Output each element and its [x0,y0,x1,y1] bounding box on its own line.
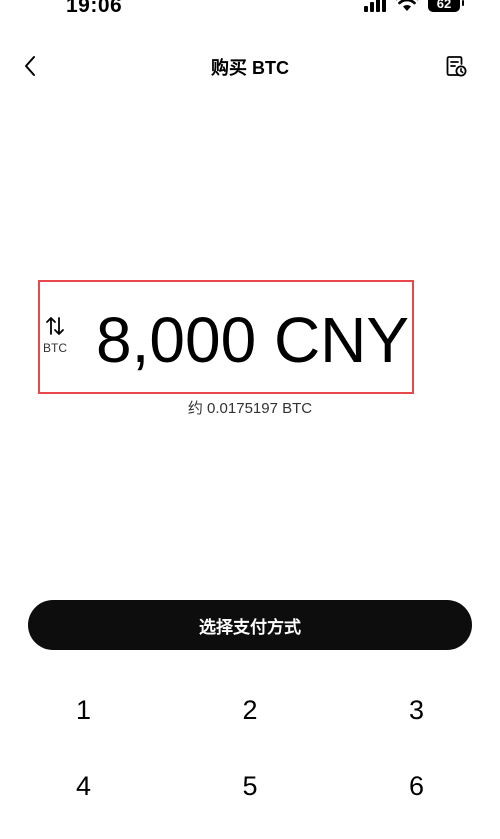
battery-level: 62 [436,0,452,11]
keypad-key-4[interactable]: 4 [0,748,167,824]
keypad-key-5[interactable]: 5 [167,748,333,824]
status-bar: 19:06 62 [0,0,500,18]
keypad-key-1[interactable]: 1 [0,672,167,748]
wifi-icon [395,0,419,12]
amount-highlight-box: BTC 8,000 CNY [38,280,414,394]
currency-swap-toggle[interactable]: BTC [40,315,70,359]
status-time: 19:06 [66,0,123,17]
order-history-button[interactable] [442,52,470,80]
keypad-key-3[interactable]: 3 [333,672,500,748]
select-payment-method-button[interactable]: 选择支付方式 [28,600,472,650]
page-title: 购买 BTC [211,58,289,78]
order-history-icon [446,56,467,77]
numeric-keypad: 1 2 3 4 5 6 [0,672,500,824]
swap-arrows-icon [46,317,64,335]
status-icons: 62 [364,0,464,12]
nav-header: 购买 BTC [0,44,500,88]
keypad-key-2[interactable]: 2 [167,672,333,748]
cellular-signal-icon [364,0,386,12]
conversion-estimate: 约 0.0175197 BTC [187,400,313,417]
swap-unit-label: BTC [43,341,67,355]
keypad-key-6[interactable]: 6 [333,748,500,824]
amount-value[interactable]: 8,000 CNY [96,302,409,378]
battery-icon: 62 [428,0,464,12]
